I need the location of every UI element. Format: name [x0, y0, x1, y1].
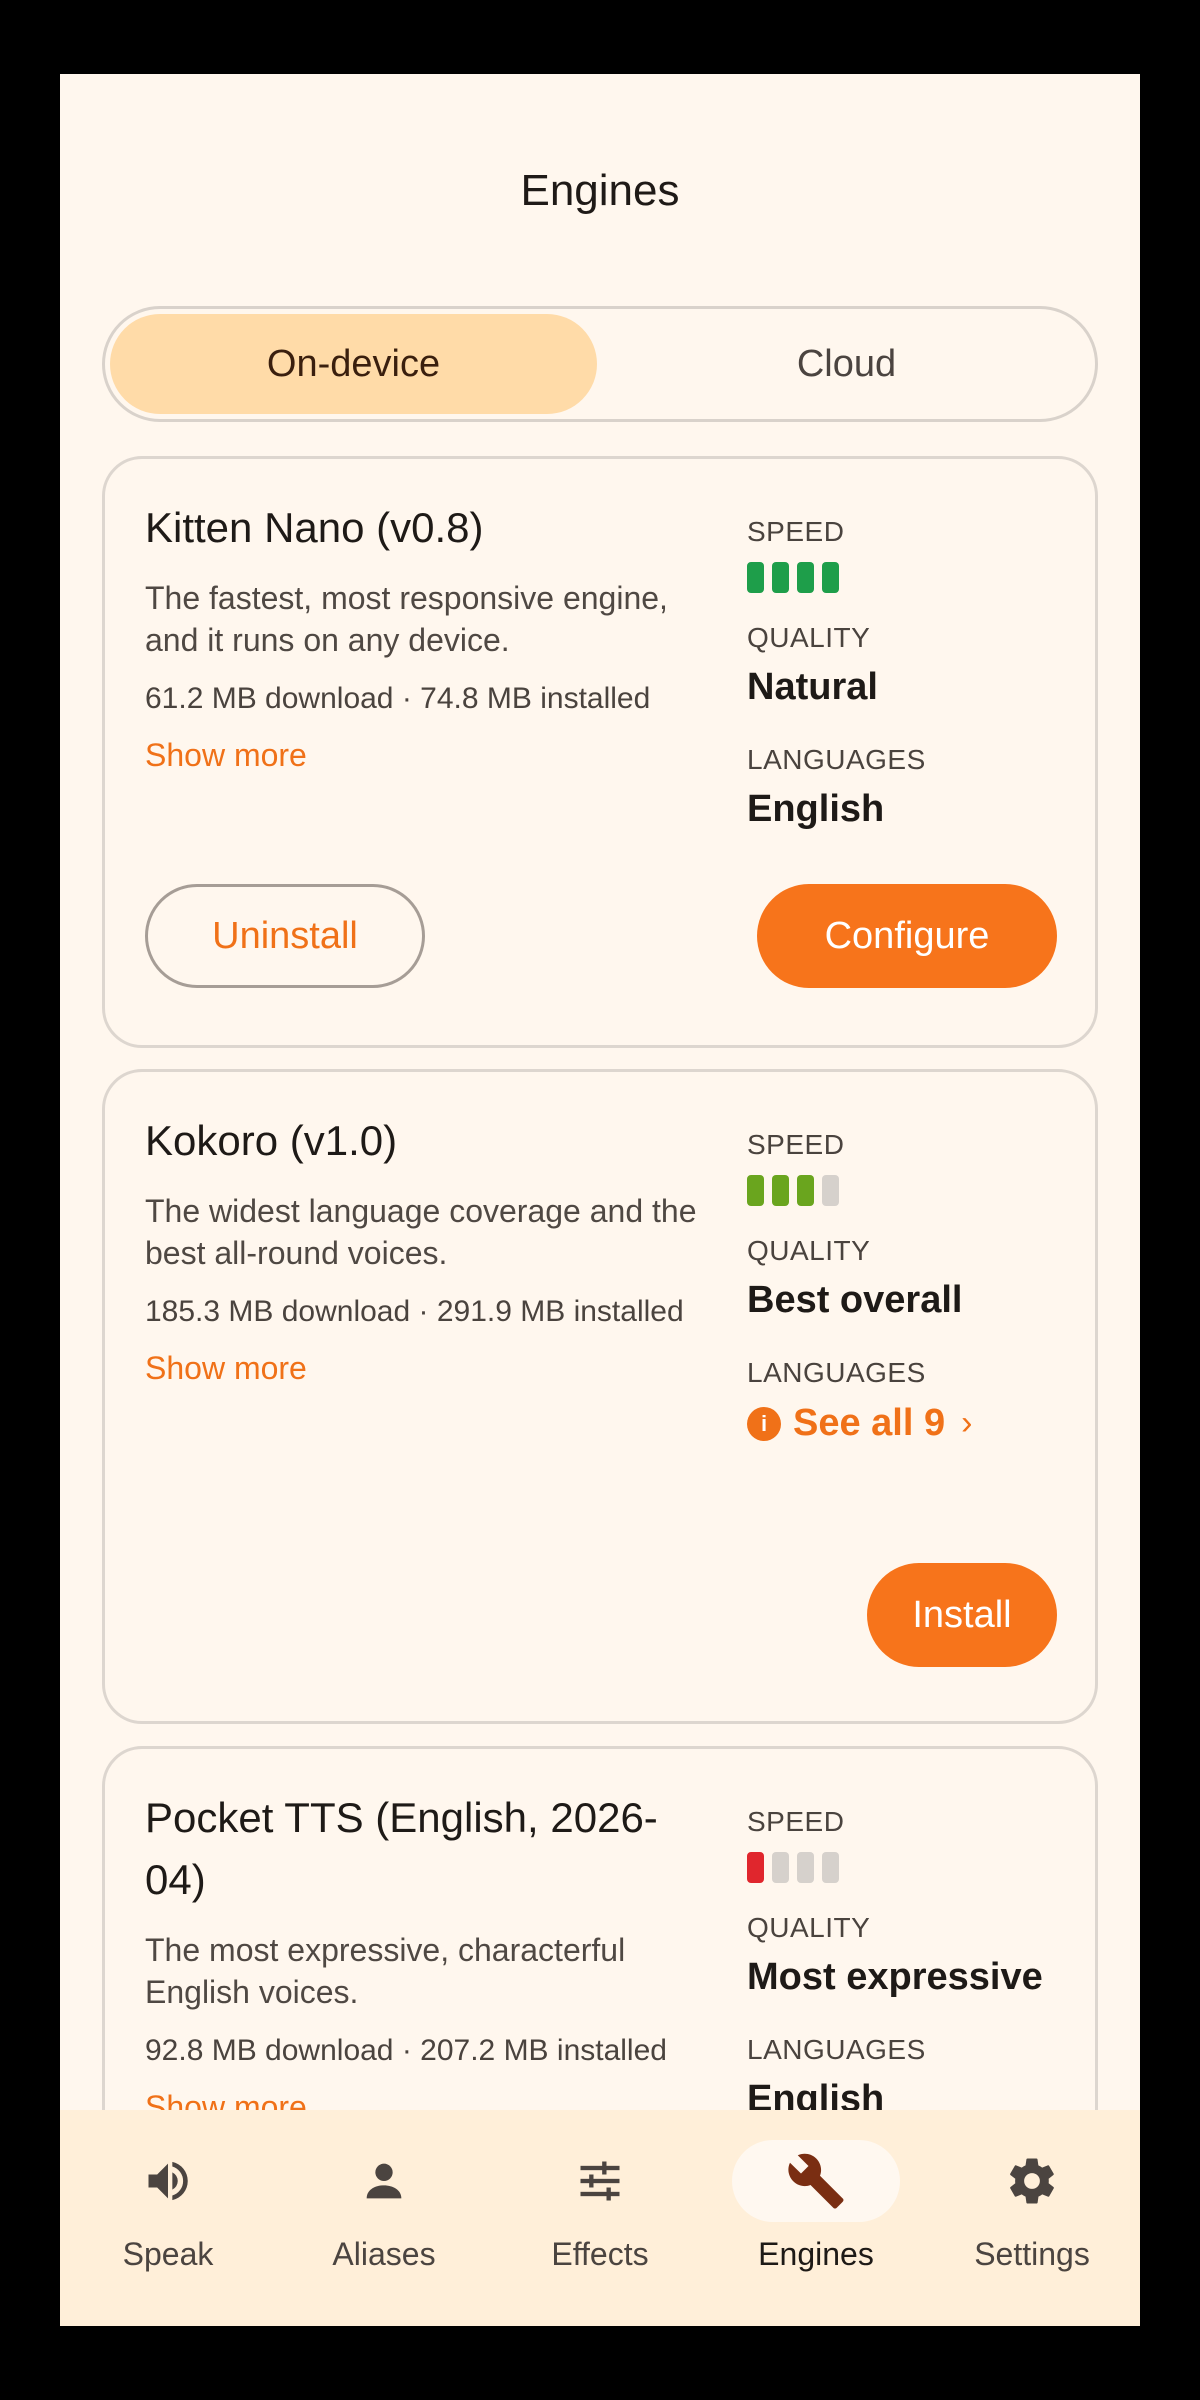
- chevron-right-icon: ›: [961, 1404, 973, 1442]
- languages-label: LANGUAGES: [747, 1357, 926, 1388]
- engine-sizes: 185.3 MB download · 291.9 MB installed: [145, 1295, 684, 1328]
- speaker-icon: [148, 2161, 188, 2201]
- show-more-link[interactable]: Show more: [145, 1350, 307, 1387]
- configure-button[interactable]: Configure: [757, 884, 1057, 988]
- speed-segment: [772, 1175, 789, 1206]
- quality-label: QUALITY: [747, 1235, 871, 1266]
- page-title: Engines: [520, 166, 680, 215]
- person-icon: [366, 2163, 402, 2199]
- engine-card-kokoro: Kokoro (v1.0) The widest language covera…: [102, 1069, 1098, 1724]
- languages-label: LANGUAGES: [747, 744, 926, 775]
- engine-type-tabs: On-device Cloud: [102, 306, 1098, 422]
- engine-title: Pocket TTS (English, 2026-04): [145, 1794, 658, 1903]
- speed-segment: [747, 1175, 764, 1206]
- wrench-icon: [788, 2153, 844, 2209]
- install-button[interactable]: Install: [867, 1563, 1057, 1667]
- speed-segment: [822, 1175, 839, 1206]
- nav-pill: [516, 2140, 684, 2222]
- engine-sizes: 92.8 MB download · 207.2 MB installed: [145, 2034, 667, 2067]
- nav-item-speak[interactable]: Speak: [60, 2140, 276, 2273]
- nav-label: Settings: [974, 2236, 1090, 2272]
- speed-label: SPEED: [747, 516, 845, 547]
- show-more-link[interactable]: Show more: [145, 737, 307, 774]
- nav-item-effects[interactable]: Effects: [492, 2140, 708, 2273]
- speed-segment: [822, 1852, 839, 1883]
- quality-label: QUALITY: [747, 1912, 871, 1943]
- speed-label: SPEED: [747, 1129, 845, 1160]
- tab-on-device[interactable]: On-device: [110, 314, 597, 414]
- engine-card-kitten-nano: Kitten Nano (v0.8) The fastest, most res…: [102, 456, 1098, 1048]
- nav-item-engines[interactable]: Engines: [708, 2140, 924, 2273]
- nav-pill: [300, 2140, 468, 2222]
- speed-segment: [797, 1175, 814, 1206]
- quality-value: Most expressive: [747, 1956, 1043, 1998]
- languages-value: English: [747, 788, 885, 830]
- sliders-icon: [580, 2161, 620, 2201]
- nav-label: Engines: [758, 2236, 874, 2272]
- nav-pill: [84, 2140, 252, 2222]
- languages-label: LANGUAGES: [747, 2034, 926, 2065]
- quality-value: Natural: [747, 666, 878, 708]
- nav-label: Speak: [122, 2236, 214, 2272]
- speed-segment: [772, 562, 789, 593]
- tab-cloud[interactable]: Cloud: [603, 314, 1090, 414]
- nav-item-aliases[interactable]: Aliases: [276, 2140, 492, 2273]
- engine-description: The fastest, most responsive engine, and…: [145, 580, 668, 658]
- nav-pill-active: [732, 2140, 900, 2222]
- speed-label: SPEED: [747, 1806, 845, 1837]
- speed-segment: [797, 1852, 814, 1883]
- engine-title: Kokoro (v1.0): [145, 1117, 398, 1164]
- gear-icon: [1010, 2158, 1054, 2204]
- engine-sizes: 61.2 MB download · 74.8 MB installed: [145, 682, 651, 715]
- speed-segment: [822, 562, 839, 593]
- see-all-label: See all 9: [793, 1402, 946, 1444]
- speed-segment: [772, 1852, 789, 1883]
- nav-pill: [948, 2140, 1116, 2222]
- uninstall-button[interactable]: Uninstall: [145, 884, 425, 988]
- speed-segment: [747, 562, 764, 593]
- engine-description: The most expressive, characterful Englis…: [145, 1932, 626, 2010]
- engine-description: The widest language coverage and the bes…: [145, 1193, 697, 1271]
- info-icon: i: [747, 1406, 781, 1441]
- speed-segment: [797, 562, 814, 593]
- speed-meter: [747, 1175, 839, 1206]
- speed-meter: [747, 1852, 839, 1883]
- see-all-languages-link[interactable]: i See all 9 ›: [747, 1402, 972, 1445]
- engine-title: Kitten Nano (v0.8): [145, 504, 484, 551]
- screen: Engines On-device Cloud Kitten Nano (v0.…: [60, 74, 1140, 2326]
- speed-segment: [747, 1852, 764, 1883]
- quality-value: Best overall: [747, 1279, 963, 1321]
- bottom-navigation: Speak Aliases Effects Engines Settings: [60, 2110, 1140, 2326]
- nav-item-settings[interactable]: Settings: [924, 2140, 1140, 2273]
- quality-label: QUALITY: [747, 622, 871, 653]
- nav-label: Effects: [551, 2236, 649, 2272]
- speed-meter: [747, 562, 839, 593]
- nav-label: Aliases: [332, 2236, 436, 2272]
